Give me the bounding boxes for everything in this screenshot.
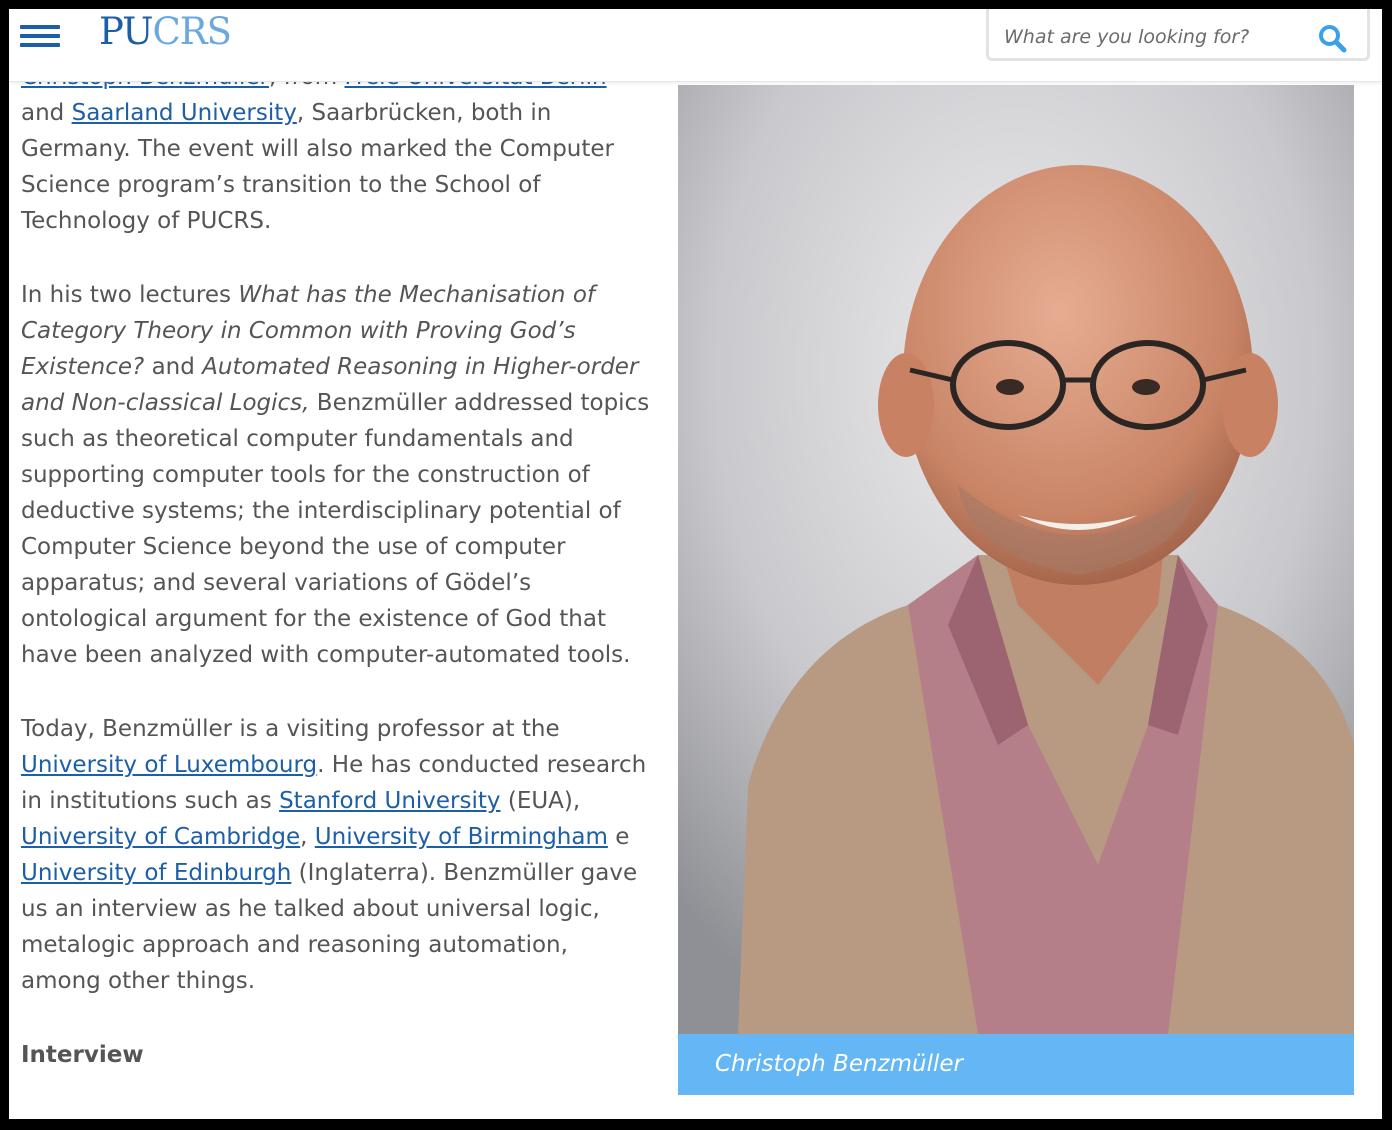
article-body: Christoph Benzmüller, from Freie Univers… bbox=[21, 64, 651, 1073]
portrait-photo bbox=[678, 85, 1354, 1034]
link-university-of-cambridge[interactable]: University of Cambridge bbox=[21, 824, 300, 850]
menu-icon[interactable] bbox=[20, 23, 62, 49]
link-stanford-university[interactable]: Stanford University bbox=[279, 788, 500, 814]
section-heading-interview: Interview bbox=[21, 1042, 144, 1068]
page-frame: PUCRS Christoph Benzmüller, from Freie U… bbox=[9, 9, 1382, 1119]
paragraph-intro: Christoph Benzmüller, from Freie Univers… bbox=[21, 59, 651, 239]
link-university-of-luxembourg[interactable]: University of Luxembourg bbox=[21, 752, 317, 778]
search-icon[interactable] bbox=[1317, 23, 1347, 53]
photo-caption: Christoph Benzmüller bbox=[678, 1034, 1354, 1095]
link-saarland-university[interactable]: Saarland University bbox=[72, 100, 297, 126]
paragraph-lectures: In his two lectures What has the Mechani… bbox=[21, 282, 650, 668]
search-input[interactable] bbox=[989, 9, 1289, 58]
pucrs-logo[interactable]: PUCRS bbox=[99, 13, 232, 50]
site-header: PUCRS bbox=[9, 9, 1382, 82]
link-university-of-birmingham[interactable]: University of Birmingham bbox=[315, 824, 608, 850]
link-university-of-edinburgh[interactable]: University of Edinburgh bbox=[21, 860, 291, 886]
portrait-figure: Christoph Benzmüller bbox=[678, 85, 1354, 1095]
search-box bbox=[986, 9, 1370, 61]
paragraph-today: Today, Benzmüller is a visiting professo… bbox=[21, 716, 647, 994]
